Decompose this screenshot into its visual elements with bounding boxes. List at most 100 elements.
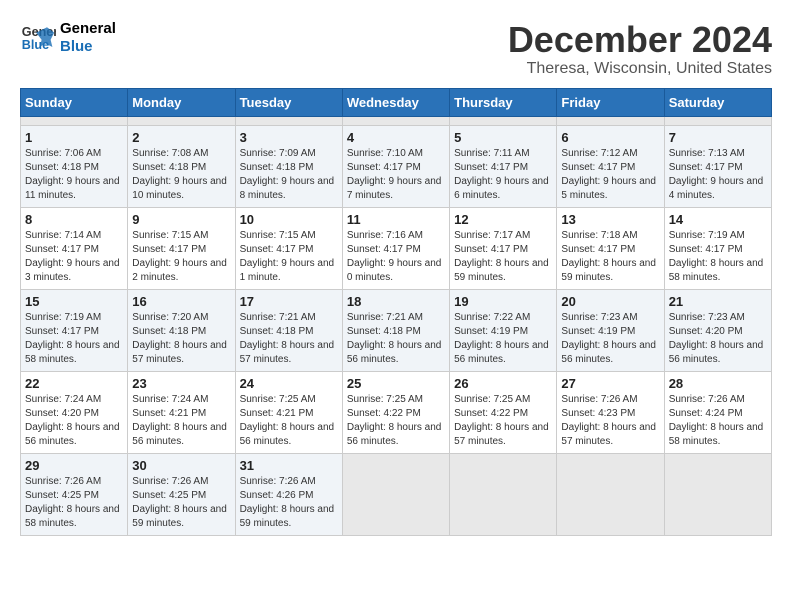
day-info: Sunrise: 7:26 AMSunset: 4:25 PMDaylight:… — [25, 475, 123, 531]
calendar-cell: 26 Sunrise: 7:25 AMSunset: 4:22 PMDayligh… — [450, 371, 557, 453]
day-info: Sunrise: 7:26 AMSunset: 4:25 PMDaylight:… — [132, 475, 230, 531]
day-info: Sunrise: 7:14 AMSunset: 4:17 PMDaylight:… — [25, 229, 123, 285]
day-number: 7 — [669, 130, 767, 145]
day-number: 18 — [347, 294, 445, 309]
calendar-cell: 27 Sunrise: 7:26 AMSunset: 4:23 PMDayligh… — [557, 371, 664, 453]
calendar-cell: 5Sunrise: 7:11 AMSunset: 4:17 PMDaylight… — [450, 125, 557, 207]
day-number: 16 — [132, 294, 230, 309]
day-info: Sunrise: 7:24 AMSunset: 4:21 PMDaylight:… — [132, 393, 230, 449]
month-title: December 2024 — [508, 20, 772, 60]
calendar-cell: 25Sunrise: 7:25 AMSunset: 4:22 PMDayligh… — [342, 371, 449, 453]
day-info: Sunrise: 7:26 AMSunset: 4:24 PMDaylight:… — [669, 393, 767, 449]
calendar-cell: 1 Sunrise: 7:06 AMSunset: 4:18 PMDaylight… — [21, 125, 128, 207]
day-number: 27 — [561, 376, 659, 391]
calendar-cell: 22 Sunrise: 7:24 AMSunset: 4:20 PMDayligh… — [21, 371, 128, 453]
day-number: 30 — [132, 458, 230, 473]
header: General Blue General Blue December 2024 … — [20, 20, 772, 78]
header-row: SundayMondayTuesdayWednesdayThursdayFrid… — [21, 88, 772, 116]
calendar-cell: 15 Sunrise: 7:19 AMSunset: 4:17 PMDayligh… — [21, 289, 128, 371]
day-number: 20 — [561, 294, 659, 309]
week-row-2: 8 Sunrise: 7:14 AMSunset: 4:17 PMDaylight… — [21, 207, 772, 289]
calendar-cell: 6Sunrise: 7:12 AMSunset: 4:17 PMDaylight… — [557, 125, 664, 207]
day-info: Sunrise: 7:23 AMSunset: 4:20 PMDaylight:… — [669, 311, 767, 367]
calendar-cell: 16 Sunrise: 7:20 AMSunset: 4:18 PMDayligh… — [128, 289, 235, 371]
day-info: Sunrise: 7:19 AMSunset: 4:17 PMDaylight:… — [669, 229, 767, 285]
calendar-cell — [128, 116, 235, 125]
week-row-1: 1 Sunrise: 7:06 AMSunset: 4:18 PMDaylight… — [21, 125, 772, 207]
day-info: Sunrise: 7:21 AMSunset: 4:18 PMDaylight:… — [347, 311, 445, 367]
day-info: Sunrise: 7:23 AMSunset: 4:19 PMDaylight:… — [561, 311, 659, 367]
day-info: Sunrise: 7:20 AMSunset: 4:18 PMDaylight:… — [132, 311, 230, 367]
calendar-cell: 11 Sunrise: 7:16 AMSunset: 4:17 PMDayligh… — [342, 207, 449, 289]
day-info: Sunrise: 7:25 AMSunset: 4:21 PMDaylight:… — [240, 393, 338, 449]
calendar-cell: 4 Sunrise: 7:10 AMSunset: 4:17 PMDaylight… — [342, 125, 449, 207]
day-info: Sunrise: 7:18 AMSunset: 4:17 PMDaylight:… — [561, 229, 659, 285]
day-info: Sunrise: 7:16 AMSunset: 4:17 PMDaylight:… — [347, 229, 445, 285]
day-number: 17 — [240, 294, 338, 309]
day-number: 10 — [240, 212, 338, 227]
day-number: 22 — [25, 376, 123, 391]
calendar-cell: 3Sunrise: 7:09 AMSunset: 4:18 PMDaylight… — [235, 125, 342, 207]
day-number: 8 — [25, 212, 123, 227]
day-info: Sunrise: 7:19 AMSunset: 4:17 PMDaylight:… — [25, 311, 123, 367]
day-number: 4 — [347, 130, 445, 145]
header-day-tuesday: Tuesday — [235, 88, 342, 116]
day-number: 14 — [669, 212, 767, 227]
day-number: 28 — [669, 376, 767, 391]
calendar-cell — [664, 453, 771, 535]
calendar-cell: 31Sunrise: 7:26 AMSunset: 4:26 PMDayligh… — [235, 453, 342, 535]
title-area: December 2024 Theresa, Wisconsin, United… — [508, 20, 772, 78]
day-info: Sunrise: 7:17 AMSunset: 4:17 PMDaylight:… — [454, 229, 552, 285]
calendar-cell: 2 Sunrise: 7:08 AMSunset: 4:18 PMDaylight… — [128, 125, 235, 207]
calendar-cell: 14 Sunrise: 7:19 AMSunset: 4:17 PMDayligh… — [664, 207, 771, 289]
day-info: Sunrise: 7:26 AMSunset: 4:26 PMDaylight:… — [240, 475, 338, 531]
day-number: 23 — [132, 376, 230, 391]
header-day-friday: Friday — [557, 88, 664, 116]
day-info: Sunrise: 7:12 AMSunset: 4:17 PMDaylight:… — [561, 147, 659, 203]
calendar-cell: 29 Sunrise: 7:26 AMSunset: 4:25 PMDayligh… — [21, 453, 128, 535]
logo: General Blue General Blue — [20, 20, 116, 56]
calendar-cell — [664, 116, 771, 125]
day-number: 29 — [25, 458, 123, 473]
day-number: 1 — [25, 130, 123, 145]
day-number: 26 — [454, 376, 552, 391]
day-number: 2 — [132, 130, 230, 145]
calendar-cell: 9 Sunrise: 7:15 AMSunset: 4:17 PMDaylight… — [128, 207, 235, 289]
day-info: Sunrise: 7:11 AMSunset: 4:17 PMDaylight:… — [454, 147, 552, 203]
header-day-wednesday: Wednesday — [342, 88, 449, 116]
calendar-cell — [557, 116, 664, 125]
week-row-4: 22 Sunrise: 7:24 AMSunset: 4:20 PMDayligh… — [21, 371, 772, 453]
calendar-cell: 12Sunrise: 7:17 AMSunset: 4:17 PMDayligh… — [450, 207, 557, 289]
calendar-cell: 17 Sunrise: 7:21 AMSunset: 4:18 PMDayligh… — [235, 289, 342, 371]
day-number: 3 — [240, 130, 338, 145]
calendar-cell: 8 Sunrise: 7:14 AMSunset: 4:17 PMDaylight… — [21, 207, 128, 289]
day-number: 15 — [25, 294, 123, 309]
location-title: Theresa, Wisconsin, United States — [508, 60, 772, 78]
week-row-3: 15 Sunrise: 7:19 AMSunset: 4:17 PMDayligh… — [21, 289, 772, 371]
day-info: Sunrise: 7:25 AMSunset: 4:22 PMDaylight:… — [454, 393, 552, 449]
day-info: Sunrise: 7:26 AMSunset: 4:23 PMDaylight:… — [561, 393, 659, 449]
calendar-cell — [557, 453, 664, 535]
day-number: 13 — [561, 212, 659, 227]
day-number: 19 — [454, 294, 552, 309]
calendar-cell — [342, 453, 449, 535]
calendar-cell: 28 Sunrise: 7:26 AMSunset: 4:24 PMDayligh… — [664, 371, 771, 453]
day-info: Sunrise: 7:06 AMSunset: 4:18 PMDaylight:… — [25, 147, 123, 203]
day-info: Sunrise: 7:10 AMSunset: 4:17 PMDaylight:… — [347, 147, 445, 203]
day-info: Sunrise: 7:24 AMSunset: 4:20 PMDaylight:… — [25, 393, 123, 449]
day-info: Sunrise: 7:13 AMSunset: 4:17 PMDaylight:… — [669, 147, 767, 203]
calendar-cell: 18 Sunrise: 7:21 AMSunset: 4:18 PMDayligh… — [342, 289, 449, 371]
week-row-0 — [21, 116, 772, 125]
day-number: 9 — [132, 212, 230, 227]
day-number: 24 — [240, 376, 338, 391]
calendar-cell — [21, 116, 128, 125]
calendar-cell — [450, 116, 557, 125]
calendar-cell — [235, 116, 342, 125]
day-info: Sunrise: 7:15 AMSunset: 4:17 PMDaylight:… — [132, 229, 230, 285]
day-info: Sunrise: 7:21 AMSunset: 4:18 PMDaylight:… — [240, 311, 338, 367]
day-info: Sunrise: 7:08 AMSunset: 4:18 PMDaylight:… — [132, 147, 230, 203]
calendar-table: SundayMondayTuesdayWednesdayThursdayFrid… — [20, 88, 772, 536]
day-number: 11 — [347, 212, 445, 227]
calendar-cell: 20 Sunrise: 7:23 AMSunset: 4:19 PMDayligh… — [557, 289, 664, 371]
calendar-cell: 7 Sunrise: 7:13 AMSunset: 4:17 PMDaylight… — [664, 125, 771, 207]
